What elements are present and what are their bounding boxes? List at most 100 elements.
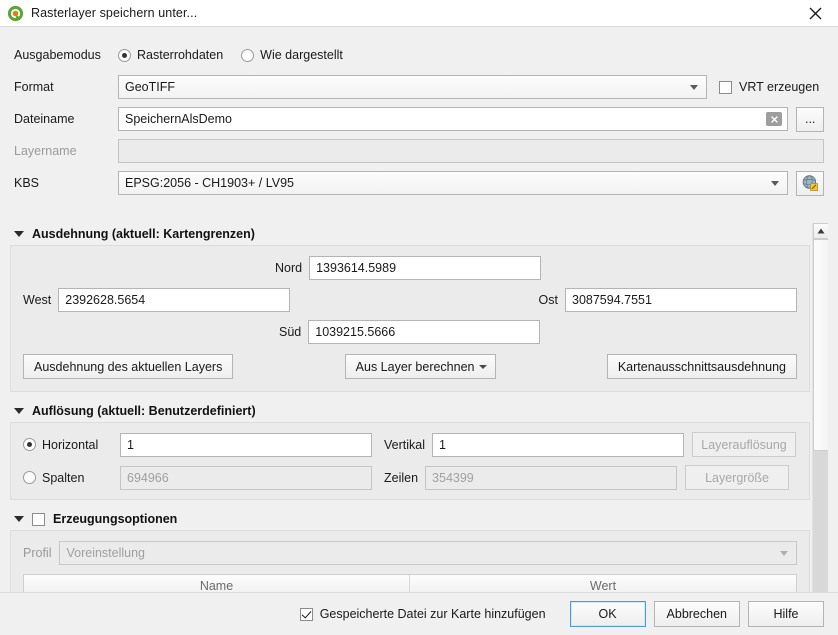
resolution-rows-value: 354399 [432,470,474,485]
scrollbar-track[interactable] [813,239,828,606]
triangle-down-icon [14,408,24,414]
extent-south-value: 1039215.5666 [315,325,396,339]
extent-map-canvas-label: Kartenausschnittsausdehnung [617,359,786,374]
clear-x-icon[interactable] [766,112,783,126]
cancel-button-label: Abbrechen [666,607,727,621]
resolution-vertical-input[interactable]: 1 [432,432,684,457]
chevron-down-icon [771,181,780,186]
radio-rasterrohdaten[interactable]: Rasterrohdaten [118,48,223,62]
extent-west-value: 2392628.5654 [65,293,146,307]
format-row: Format GeoTIFF VRT erzeugen [14,71,824,103]
radio-rasterrohdaten-label: Rasterrohdaten [137,48,224,62]
filename-row: Dateiname SpeichernAlsDemo ... [14,103,824,135]
cancel-button[interactable]: Abbrechen [653,601,740,627]
extent-west-label: West [23,293,52,307]
radio-horizontal-indicator[interactable] [23,438,36,451]
output-mode-row: Ausgabemodus Rasterrohdaten Wie dargeste… [14,39,824,71]
extent-north-label: Nord [275,261,303,275]
extent-map-canvas-button[interactable]: Kartenausschnittsausdehnung [606,354,797,379]
resolution-vertical-value: 1 [439,437,446,452]
scrollbar-thumb[interactable] [813,239,828,451]
vertical-scrollbar[interactable] [812,223,828,622]
extent-south-row: Süd 1039215.5666 [23,320,797,344]
creation-options-header[interactable]: Erzeugungsoptionen [10,508,810,530]
layername-input[interactable] [118,139,824,163]
chevron-down-icon [780,551,788,556]
resolution-vertical-label: Vertikal [384,437,425,452]
window-title: Rasterlayer speichern unter... [31,6,198,20]
layer-resolution-button[interactable]: Layerauflösung [692,432,796,457]
ok-button[interactable]: OK [569,601,646,627]
help-button-label: Hilfe [773,607,799,621]
radio-wie-dargestellt-indicator [241,48,255,62]
layer-resolution-label: Layerauflösung [701,437,787,452]
filename-label: Dateiname [14,112,75,126]
extent-panel: Nord 1393614.5989 West 2392628.5654 Ost … [10,245,810,392]
triangle-down-icon [14,231,24,237]
extent-west-east-row: West 2392628.5654 Ost 3087594.7551 [23,288,797,312]
extent-east-input[interactable]: 3087594.7551 [565,288,797,312]
profile-row: Profil Voreinstellung [23,541,797,565]
resolution-group-header[interactable]: Auflösung (aktuell: Benutzerdefiniert) [10,400,810,422]
resolution-group: Auflösung (aktuell: Benutzerdefiniert) H… [10,400,810,500]
extent-group-header[interactable]: Ausdehnung (aktuell: Kartengrenzen) [10,223,810,245]
resolution-rows-input[interactable]: 354399 [425,465,678,490]
resolution-horizontal-input[interactable]: 1 [120,432,372,457]
resolution-horizontal-value: 1 [127,437,134,452]
extent-group: Ausdehnung (aktuell: Kartengrenzen) Nord… [10,223,810,392]
creation-options-title: Erzeugungsoptionen [53,512,178,526]
radio-wie-dargestellt[interactable]: Wie dargestellt [241,48,343,62]
profile-combobox[interactable]: Voreinstellung [59,541,797,565]
extent-north-value: 1393614.5989 [316,261,397,275]
extent-current-layer-button[interactable]: Ausdehnung des aktuellen Layers [23,354,234,379]
extent-north-row: Nord 1393614.5989 [23,256,797,280]
format-combobox[interactable]: GeoTIFF [118,75,707,99]
layername-row: Layername [14,135,824,167]
layername-label: Layername [14,144,77,158]
radio-spalten-indicator[interactable] [23,471,36,484]
extent-east-label: Ost [538,293,558,307]
resolution-columns-row: Spalten 694966 Zeilen 354399 Layergröße [23,465,797,490]
chevron-down-icon [478,364,487,369]
crs-label: KBS [14,176,40,190]
extent-calc-from-layer-label: Aus Layer berechnen [355,359,475,374]
resolution-group-title: Auflösung (aktuell: Benutzerdefiniert) [32,404,256,418]
vrt-checkbox[interactable]: VRT erzeugen [719,80,819,94]
radio-rasterrohdaten-indicator [118,48,131,62]
extent-current-layer-label: Ausdehnung des aktuellen Layers [34,359,223,374]
chevron-down-icon [690,85,698,90]
browse-button[interactable]: ... [796,106,824,132]
add-to-map-checkbox-indicator [299,607,313,621]
extent-calc-from-layer-button[interactable]: Aus Layer berechnen [344,354,496,379]
window-titlebar: Rasterlayer speichern unter... [0,0,838,27]
close-icon[interactable] [792,0,838,27]
extent-south-input[interactable]: 1039215.5666 [308,320,541,344]
extent-buttons-row: Ausdehnung des aktuellen Layers Aus Laye… [23,354,797,379]
resolution-panel: Horizontal 1 Vertikal 1 Layerauflösung S… [10,422,810,500]
format-value: GeoTIFF [125,80,176,94]
help-button[interactable]: Hilfe [748,601,824,627]
crs-combobox[interactable]: EPSG:2056 - CH1903+ / LV95 [118,171,789,195]
profile-value: Voreinstellung [66,546,146,560]
scroll-up-icon[interactable] [813,223,828,239]
add-to-map-checkbox[interactable]: Gespeicherte Datei zur Karte hinzufügen [299,607,546,621]
resolution-columns-value: 694966 [127,470,169,485]
qgis-logo-icon [7,5,24,21]
creation-options-checkbox[interactable] [32,512,45,526]
crs-select-button[interactable] [796,170,824,196]
vrt-label: VRT erzeugen [739,80,820,94]
resolution-columns-input[interactable]: 694966 [120,465,372,490]
extent-north-input[interactable]: 1393614.5989 [309,256,542,280]
layer-size-button[interactable]: Layergröße [685,465,790,490]
filename-input[interactable]: SpeichernAlsDemo [118,107,789,131]
filename-value: SpeichernAlsDemo [125,112,232,126]
vrt-checkbox-indicator [719,80,732,94]
resolution-horizontal-label: Horizontal [42,437,99,452]
scroll-content: Ausdehnung (aktuell: Kartengrenzen) Nord… [10,223,810,622]
triangle-down-icon [14,516,24,522]
extent-west-input[interactable]: 2392628.5654 [58,288,291,312]
extent-south-label: Süd [279,325,302,339]
resolution-rows-label: Zeilen [384,470,419,485]
resolution-horizontal-row: Horizontal 1 Vertikal 1 Layerauflösung [23,432,797,457]
radio-wie-dargestellt-label: Wie dargestellt [260,48,343,62]
